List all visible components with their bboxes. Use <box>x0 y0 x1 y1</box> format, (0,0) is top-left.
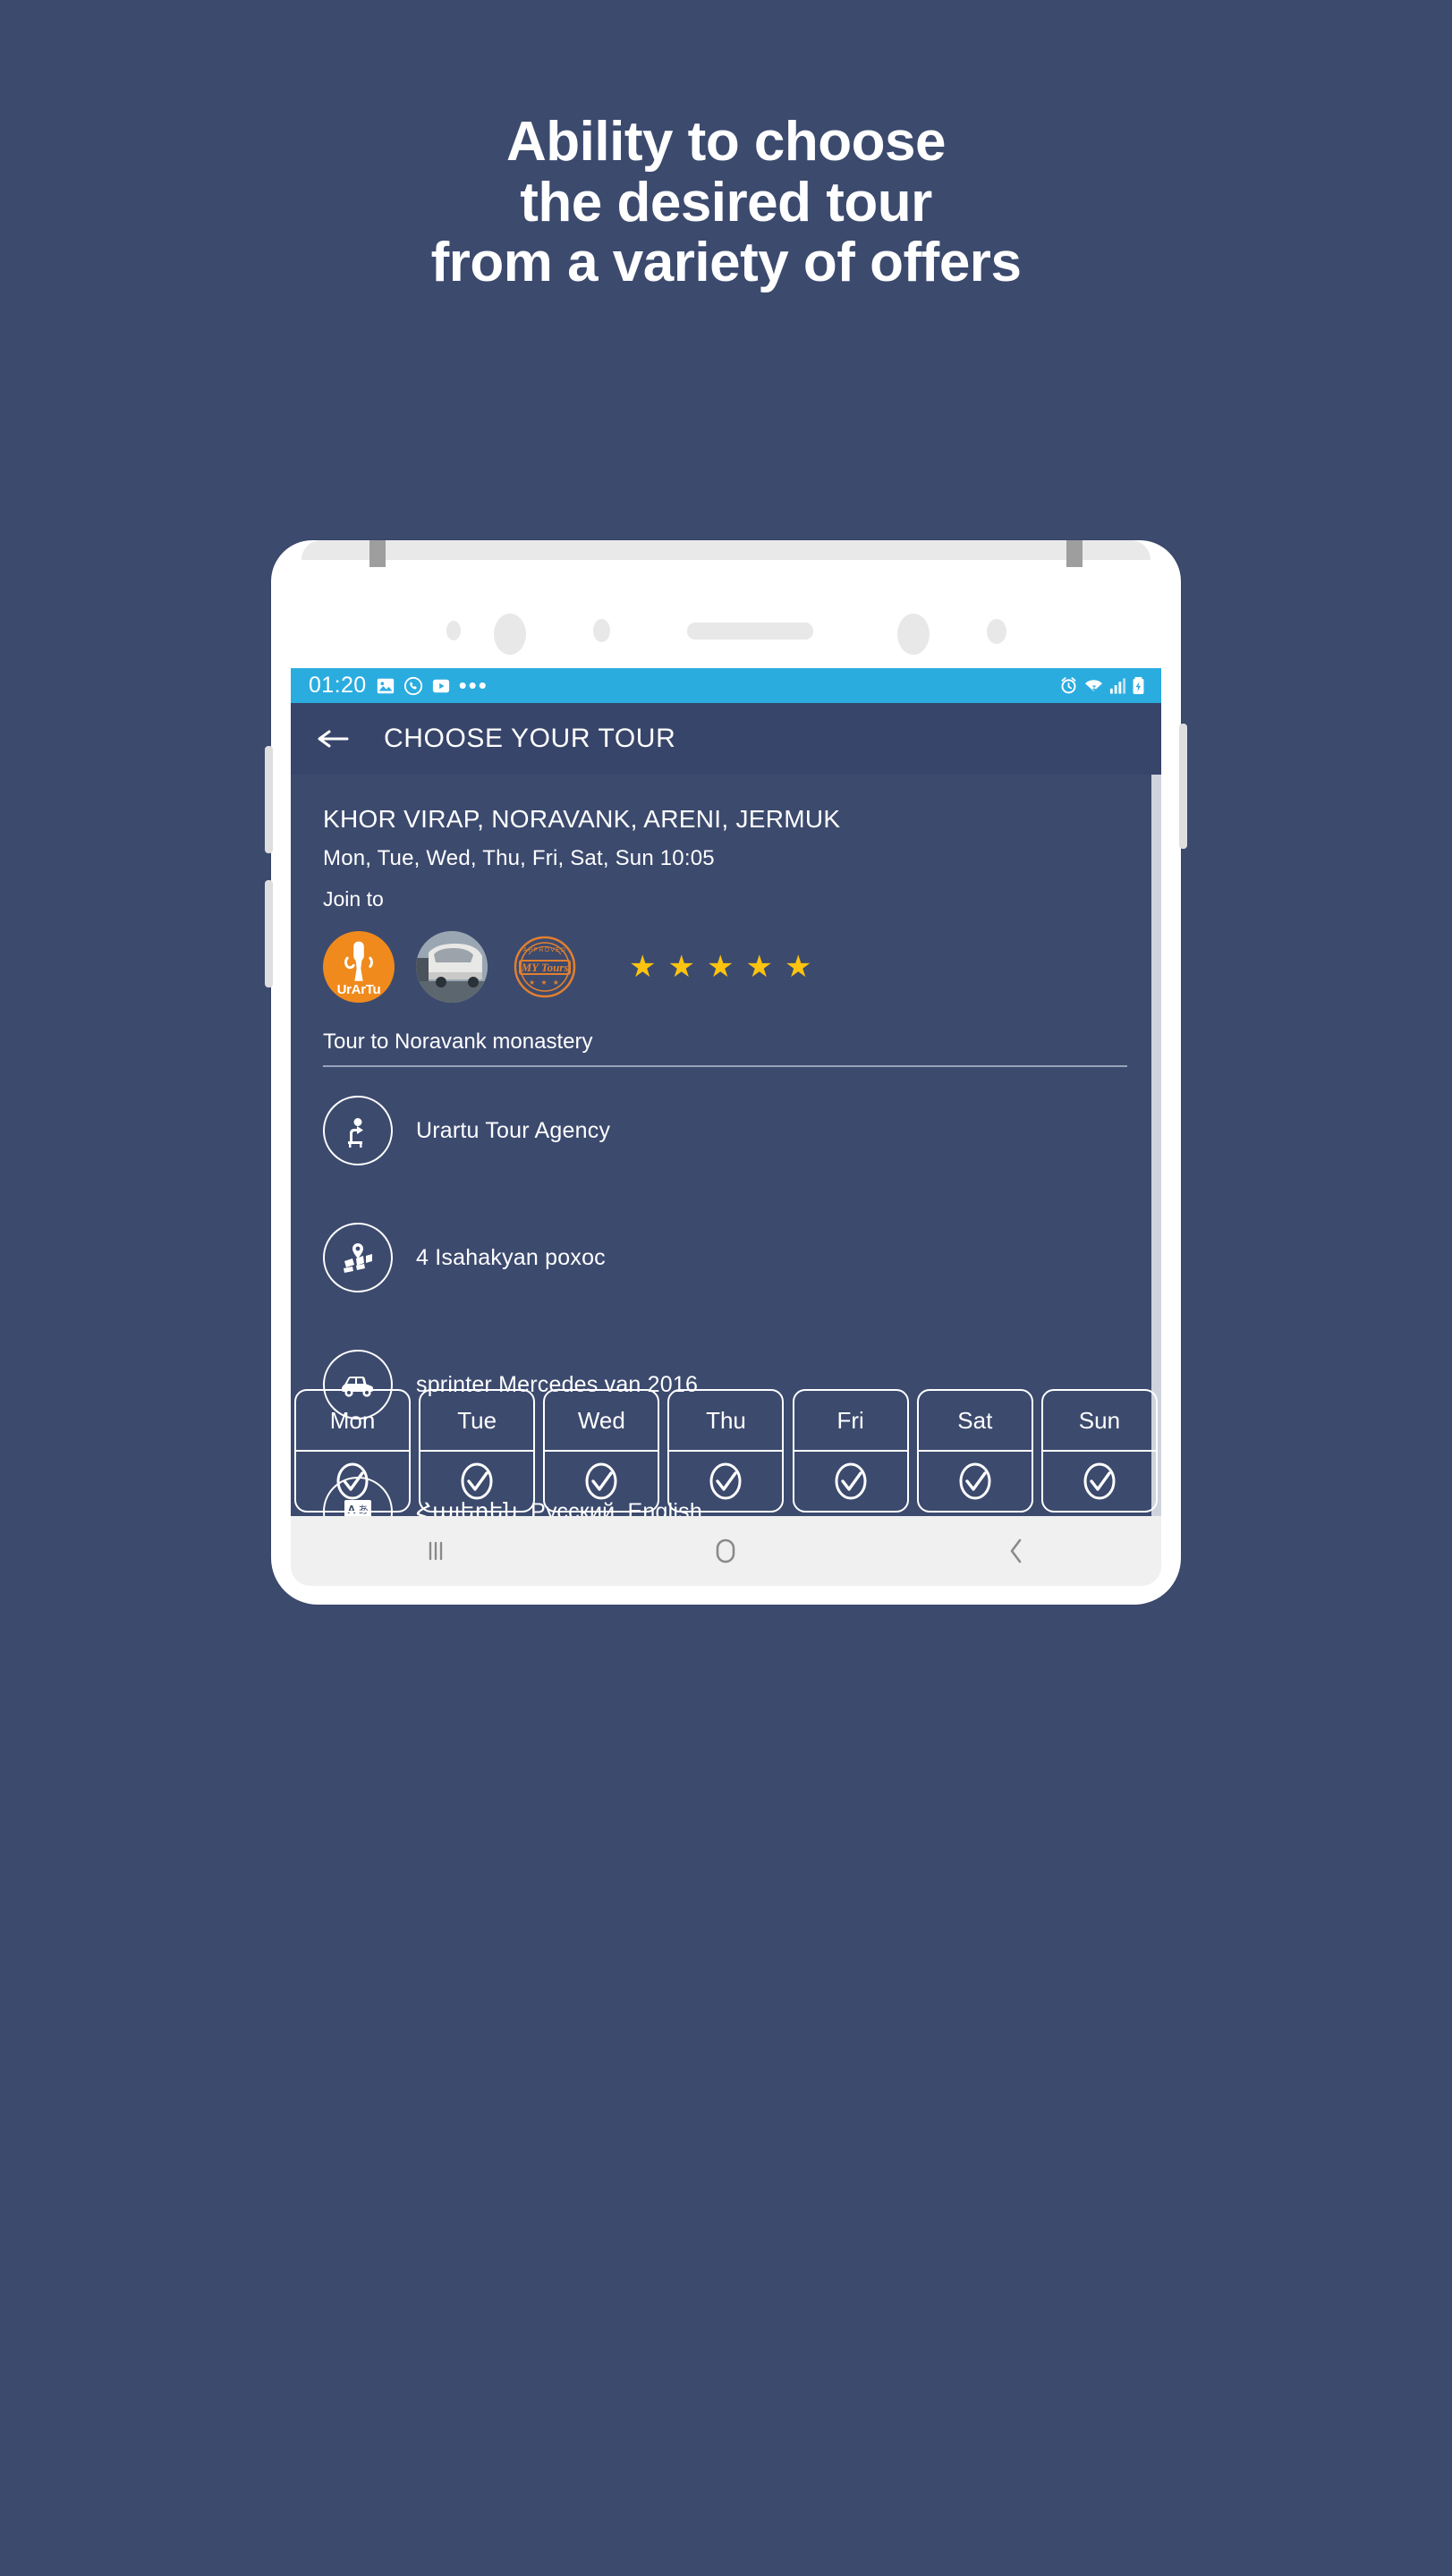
urartu-logo-text: UrArTu <box>336 982 381 997</box>
provider-badges-row: UrArTu MY Tours APPROVED ★ ★ ★ ★ ★ ★ ★ ★ <box>323 911 1145 1003</box>
back-nav-button[interactable] <box>967 1524 1066 1578</box>
proximity-sensor-icon <box>593 619 610 642</box>
star-icon: ★ <box>784 950 812 984</box>
svg-text:★ ★ ★: ★ ★ ★ <box>529 979 561 987</box>
detail-label: Urartu Tour Agency <box>416 1117 611 1143</box>
map-location-icon <box>323 1223 393 1292</box>
viber-icon <box>403 676 423 696</box>
urartu-logo-badge[interactable]: UrArTu <box>323 931 395 1003</box>
detail-label: 4 Isahakyan poxoc <box>416 1244 606 1270</box>
home-button[interactable] <box>676 1524 775 1578</box>
day-label: Wed <box>545 1391 658 1452</box>
rating-stars: ★ ★ ★ ★ ★ <box>629 952 811 982</box>
tour-subtitle: Tour to Noravank monastery <box>323 1003 1127 1067</box>
day-label: Tue <box>420 1391 534 1452</box>
phone-screen: 01:20 ••• CHOOSE YOUR TOUR KHOR VIRAP, N… <box>291 668 1161 1516</box>
front-sensor-array <box>271 610 1181 655</box>
status-bar-clock: 01:20 <box>309 673 367 698</box>
recents-button[interactable] <box>386 1524 485 1578</box>
tour-route-title: KHOR VIRAP, NORAVANK, ARENI, JERMUK <box>323 805 841 833</box>
day-label: Mon <box>296 1391 409 1452</box>
day-label: Thu <box>669 1391 783 1452</box>
tour-detail-content: KHOR VIRAP, NORAVANK, ARENI, JERMUK Mon,… <box>291 775 1161 1516</box>
day-checkmark-icon[interactable] <box>296 1452 409 1511</box>
svg-text:APPROVED: APPROVED <box>523 947 567 953</box>
svg-text:MY Tours: MY Tours <box>521 961 569 974</box>
status-bar: 01:20 ••• <box>291 668 1161 703</box>
promo-line-2: the desired tour <box>520 171 932 233</box>
day-card-sun[interactable]: Sun <box>1040 1389 1158 1513</box>
day-card-tue[interactable]: Tue <box>419 1389 536 1513</box>
power-button[interactable] <box>1179 724 1187 849</box>
signal-icon <box>1109 677 1126 695</box>
back-button[interactable] <box>312 718 353 759</box>
day-card-mon[interactable]: Mon <box>294 1389 411 1513</box>
day-card-fri[interactable]: Fri <box>792 1389 909 1513</box>
promo-heading: Ability to choose the desired tour from … <box>0 112 1452 293</box>
star-icon: ★ <box>667 950 695 984</box>
status-bar-notification-icons <box>376 676 451 696</box>
agency-desk-icon <box>323 1096 393 1165</box>
wifi-icon <box>1083 676 1104 695</box>
my-tours-approved-badge[interactable]: MY Tours APPROVED ★ ★ ★ <box>509 931 581 1003</box>
star-icon: ★ <box>706 950 734 984</box>
day-checkmark-icon[interactable] <box>1043 1452 1156 1511</box>
day-checkmark-icon[interactable] <box>794 1452 907 1511</box>
detail-row[interactable]: Urartu Tour Agency <box>323 1067 1145 1194</box>
day-checkmark-icon[interactable] <box>545 1452 658 1511</box>
app-bar: CHOOSE YOUR TOUR <box>291 703 1161 775</box>
day-label: Fri <box>794 1391 907 1452</box>
sensor-dot-icon <box>446 621 461 640</box>
tour-schedule: Mon, Tue, Wed, Thu, Fri, Sat, Sun 10:05 <box>323 846 715 870</box>
promo-line-3: from a variety of offers <box>430 232 1022 294</box>
phone-top-bezel-strip <box>301 540 1151 560</box>
alarm-icon <box>1059 676 1078 695</box>
day-checkmark-icon[interactable] <box>919 1452 1032 1511</box>
day-label: Sat <box>918 1391 1032 1452</box>
van-photo-badge[interactable] <box>416 931 488 1003</box>
volume-up-button[interactable] <box>265 746 273 853</box>
detail-row[interactable]: 4 Isahakyan poxoc <box>323 1194 1145 1321</box>
join-to-label: Join to <box>323 887 384 911</box>
day-checkmark-icon[interactable] <box>420 1452 533 1511</box>
day-card-sat[interactable]: Sat <box>916 1389 1033 1513</box>
day-checkmark-icon[interactable] <box>669 1452 782 1511</box>
iris-scanner-icon <box>897 614 930 655</box>
star-icon: ★ <box>745 950 773 984</box>
page-title: CHOOSE YOUR TOUR <box>384 724 676 753</box>
antenna-line-left <box>369 540 386 567</box>
youtube-icon <box>431 677 451 695</box>
image-icon <box>376 676 395 696</box>
status-bar-overflow-icon: ••• <box>458 671 488 699</box>
volume-down-button[interactable] <box>265 880 273 987</box>
earpiece-speaker-icon <box>687 623 813 640</box>
battery-charging-icon <box>1132 676 1145 695</box>
day-label: Sun <box>1042 1391 1156 1452</box>
star-icon: ★ <box>629 950 657 984</box>
day-card-thu[interactable]: Thu <box>667 1389 785 1513</box>
phone-mockup: 01:20 ••• CHOOSE YOUR TOUR KHOR VIRAP, N… <box>265 540 1187 1605</box>
led-indicator-icon <box>987 619 1006 644</box>
day-card-wed[interactable]: Wed <box>543 1389 660 1513</box>
status-bar-system-icons <box>1059 676 1145 695</box>
android-nav-bar <box>291 1516 1161 1586</box>
front-camera-icon <box>494 614 526 655</box>
antenna-line-right <box>1066 540 1083 567</box>
day-selector: Mon Tue Wed Thu Fri Sat Sun <box>291 1389 1161 1516</box>
promo-line-1: Ability to choose <box>506 111 946 173</box>
